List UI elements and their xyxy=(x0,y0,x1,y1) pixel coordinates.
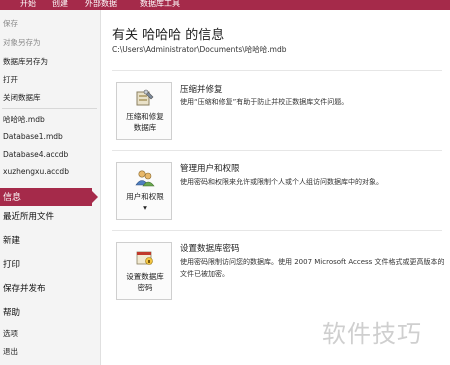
page-title: 有关 哈哈哈 的信息 xyxy=(112,28,225,43)
sidebar-item-info-label: 信息 xyxy=(3,193,22,203)
recent-file-item[interactable]: Database1.mdb xyxy=(3,132,63,141)
section-title: 设置数据库密码 xyxy=(180,244,240,254)
set-database-password-button[interactable]: 设置数据库 密码 xyxy=(116,242,172,300)
file-path: C:\Users\Administrator\Documents\哈哈哈.mdb xyxy=(112,45,287,54)
sidebar-item-new[interactable]: 新建 xyxy=(3,234,20,246)
recent-file-item[interactable]: xuzhengxu.accdb xyxy=(3,167,69,176)
tab-home[interactable]: 开始 xyxy=(20,0,36,9)
users-permissions-button[interactable]: 用户和权限 ▾ xyxy=(116,162,172,220)
section-description: 使用密码和权限来允许或限制个人或个人组访问数据库中的对象。 xyxy=(180,178,383,186)
sidebar-item-info[interactable]: 信息 xyxy=(0,188,98,206)
compact-repair-label: 压缩和修复 数据库 xyxy=(126,112,164,132)
database-password-icon xyxy=(135,249,155,267)
watermark-text: 软件技巧 xyxy=(322,320,422,348)
compact-repair-button[interactable]: 压缩和修复 数据库 xyxy=(116,82,172,140)
sidebar-item-save-publish[interactable]: 保存并发布 xyxy=(3,282,46,294)
sidebar-item-options[interactable]: 选项 xyxy=(3,328,18,339)
sidebar-item-open[interactable]: 打开 xyxy=(3,74,18,85)
recent-file-item[interactable]: Database4.accdb xyxy=(3,150,68,159)
set-database-password-label: 设置数据库 密码 xyxy=(126,272,164,292)
section-divider xyxy=(112,230,442,231)
tab-database-tools[interactable]: 数据库工具 xyxy=(140,0,180,9)
tab-create[interactable]: 创建 xyxy=(52,0,68,9)
users-permissions-label: 用户和权限 ▾ xyxy=(126,192,164,212)
sidebar-item-save[interactable]: 保存 xyxy=(3,18,18,29)
sidebar-item-exit[interactable]: 退出 xyxy=(3,346,18,357)
sidebar-item-close-database[interactable]: 关闭数据库 xyxy=(3,92,41,103)
tab-external-data[interactable]: 外部数据 xyxy=(85,0,117,9)
section-description: 使用密码限制访问您的数据库。使用 2007 Microsoft Access 文… xyxy=(180,258,445,278)
ribbon-bar: 开始 创建 外部数据 数据库工具 xyxy=(0,0,450,10)
sidebar-item-save-object-as[interactable]: 对象另存为 xyxy=(3,37,41,48)
users-permissions-icon xyxy=(135,169,155,187)
sidebar-item-print[interactable]: 打印 xyxy=(3,258,20,270)
section-divider xyxy=(112,70,442,71)
section-description: 使用“压缩和修复”有助于防止并校正数据库文件问题。 xyxy=(180,98,349,106)
compact-repair-icon xyxy=(135,89,155,107)
sidebar-item-recent[interactable]: 最近所用文件 xyxy=(3,210,54,222)
section-title: 管理用户和权限 xyxy=(180,164,240,174)
sidebar-item-help[interactable]: 帮助 xyxy=(3,306,20,318)
backstage-sidebar: 保存 对象另存为 数据库另存为 打开 关闭数据库 哈哈哈.mdb Databas… xyxy=(0,10,101,365)
sidebar-divider xyxy=(2,108,97,109)
recent-file-item[interactable]: 哈哈哈.mdb xyxy=(3,114,45,125)
section-divider xyxy=(112,150,442,151)
section-title: 压缩并修复 xyxy=(180,85,223,95)
sidebar-item-save-database-as[interactable]: 数据库另存为 xyxy=(3,56,48,67)
